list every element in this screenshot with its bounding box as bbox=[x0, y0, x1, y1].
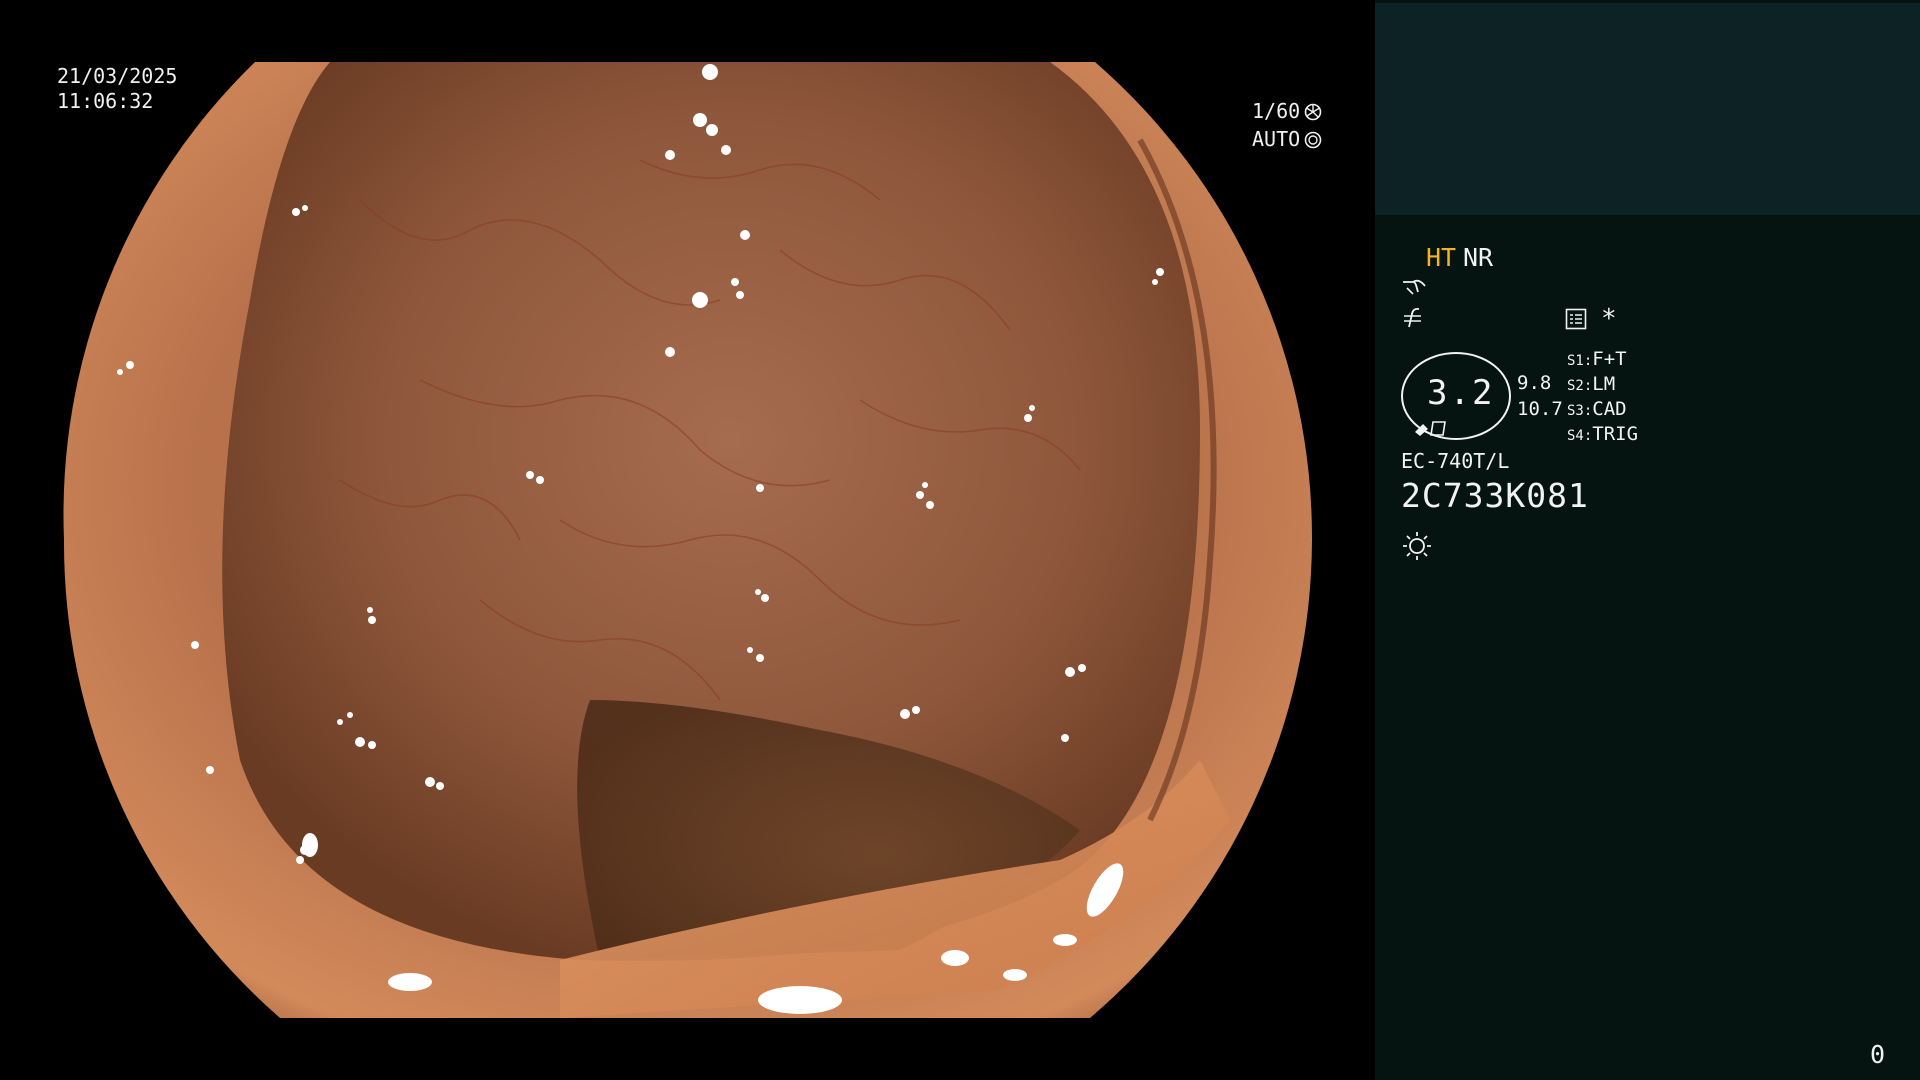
menu-list-icon bbox=[1565, 308, 1587, 330]
scope-model: EC-740T/L bbox=[1401, 449, 1510, 473]
preset-value: F+T bbox=[1592, 348, 1627, 370]
preset-key: S1: bbox=[1567, 353, 1593, 369]
iris-mode-readout: AUTO bbox=[1252, 127, 1322, 152]
zoom-readout-a: 9.8 bbox=[1517, 372, 1552, 394]
preset-s2: S2:LM bbox=[1567, 373, 1615, 395]
status-panel-header bbox=[1375, 3, 1920, 215]
image-counter: 0 bbox=[1870, 1040, 1886, 1069]
mode-nr-label: NR bbox=[1463, 243, 1494, 272]
asterisk-indicator: * bbox=[1601, 304, 1617, 334]
preset-key: S4: bbox=[1567, 428, 1593, 444]
preset-s1: S1:F+T bbox=[1567, 348, 1627, 370]
shutter-value: 1/60 bbox=[1252, 99, 1301, 123]
iris-icon bbox=[1304, 131, 1322, 148]
preset-key: S2: bbox=[1567, 378, 1593, 394]
mode-ht-label: HT bbox=[1426, 243, 1457, 272]
iris-value: AUTO bbox=[1252, 127, 1301, 151]
shutter-icon bbox=[1304, 103, 1322, 120]
light-source-icon bbox=[1403, 532, 1431, 560]
zoom-marker-icon bbox=[1415, 421, 1446, 436]
preset-value: CAD bbox=[1592, 398, 1627, 420]
status-panel: HT NR * 3.2 9.8 10.7 S1:F+T S2:LM S3:CAD… bbox=[1375, 0, 1920, 1080]
scope-serial-number: 2C733K081 bbox=[1401, 476, 1589, 515]
enhancement-curve-icon bbox=[1403, 279, 1426, 295]
endoscopic-image bbox=[0, 0, 1375, 1080]
zoom-readout-b: 10.7 bbox=[1517, 398, 1563, 420]
preset-s4: S4:TRIG bbox=[1567, 423, 1638, 445]
preset-s3: S3:CAD bbox=[1567, 398, 1627, 420]
preset-value: TRIG bbox=[1592, 423, 1639, 445]
zoom-value: 3.2 bbox=[1427, 373, 1495, 413]
filter-symbol-icon bbox=[1404, 307, 1421, 328]
preset-key: S3: bbox=[1567, 403, 1593, 419]
shutter-speed-readout: 1/60 bbox=[1252, 99, 1322, 124]
endoscope-viewport: 21/03/2025 11:06:32 1/60 AUTO bbox=[0, 0, 1375, 1080]
time-readout: 11:06:32 bbox=[57, 89, 154, 113]
preset-value: LM bbox=[1592, 373, 1616, 395]
date-readout: 21/03/2025 bbox=[57, 64, 178, 88]
